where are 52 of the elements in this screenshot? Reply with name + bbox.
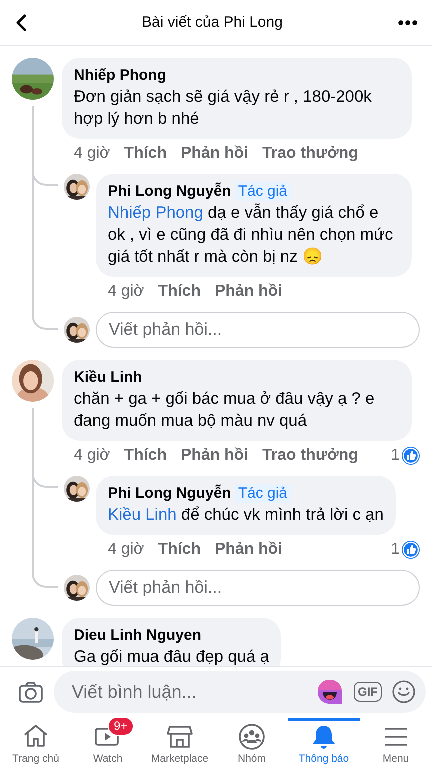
comment-text: Ga gối mua đâu đẹp quá ạ — [74, 647, 270, 666]
author-badge: Tác giả — [235, 484, 291, 503]
comment-text: Đơn giản sạch sẽ giá vậy rẻ r , 180-200k hợp lý hơn b nhé — [74, 87, 373, 130]
notification-badge: 9+ — [108, 717, 134, 736]
more-icon[interactable] — [398, 20, 418, 26]
commenter-name[interactable]: Phi Long Nguyễn — [108, 485, 232, 502]
like-icon — [402, 541, 420, 559]
nav-tab[interactable]: Thông báo — [288, 718, 360, 768]
mention-link[interactable]: Kiều Linh — [108, 506, 177, 524]
comment-text: Kiều Linh để chúc vk mình trả lời c ạn — [108, 505, 384, 526]
back-icon[interactable] — [16, 14, 27, 32]
nav-tab[interactable]: Marketplace — [144, 718, 216, 768]
comment-action[interactable]: Trao thưởng — [262, 145, 358, 163]
shop-icon — [166, 723, 194, 751]
comment-field[interactable]: Viết bình luận... GIF — [54, 671, 426, 713]
comment-text: chăn + ga + gối bác mua ở đâu vậy ạ ? e đang muốn mua bộ màu nv quá — [74, 389, 376, 432]
comment-action[interactable]: Trao thưởng — [262, 447, 358, 465]
comment-action[interactable]: Phản hồi — [214, 283, 283, 301]
bell-icon — [310, 723, 338, 751]
comment-action[interactable]: Phản hồi — [214, 541, 283, 559]
nav-tab[interactable]: Menu — [360, 718, 432, 768]
commenter-name[interactable]: Kiều Linh — [74, 369, 142, 386]
comment-action[interactable]: Thích — [158, 283, 201, 301]
comment-time: 4 giờ — [108, 541, 144, 559]
reply-field[interactable]: Viết phản hồi... — [96, 570, 420, 606]
author-badge: Tác giả — [235, 182, 291, 201]
commenter-name[interactable]: Nhiếp Phong — [74, 67, 166, 84]
comment-time: 4 giờ — [74, 447, 110, 465]
groups-icon — [238, 723, 266, 751]
commenter-name[interactable]: Dieu Linh Nguyen — [74, 627, 202, 644]
nav-tab[interactable]: Trang chủ — [0, 718, 72, 768]
like-count: 1 — [391, 447, 400, 465]
comment-action[interactable]: Phản hồi — [180, 447, 249, 465]
comment-action[interactable]: Phản hồi — [180, 145, 249, 163]
nav-tab[interactable]: 9+ Watch — [72, 718, 144, 768]
comment-time: 4 giờ — [74, 145, 110, 163]
emoji-icon[interactable] — [392, 680, 416, 704]
like-icon — [402, 447, 420, 465]
gif-button[interactable]: GIF — [354, 682, 382, 702]
nav-tab[interactable]: Nhóm — [216, 718, 288, 768]
like-count: 1 — [391, 541, 400, 559]
commenter-name[interactable]: Phi Long Nguyễn — [108, 183, 232, 200]
camera-icon[interactable] — [18, 680, 44, 704]
reply-field[interactable]: Viết phản hồi... — [96, 312, 420, 348]
sticker-icon[interactable] — [316, 678, 344, 706]
comment-text: Nhiếp Phong dạ e vẫn thấy giá chổ e ok , vì e cũng đã đi nhìu nên chọn mức giá tốt nhất r mà còn bị nz 😞 — [108, 202, 394, 268]
comment-action[interactable]: Thích — [124, 447, 167, 465]
mention-link[interactable]: Nhiếp Phong — [108, 204, 204, 222]
comment-action[interactable]: Thích — [124, 145, 167, 163]
comment-time: 4 giờ — [108, 283, 144, 301]
page-title: Bài viết của Phi Long — [142, 14, 283, 31]
comment-action[interactable]: Thích — [158, 541, 201, 559]
